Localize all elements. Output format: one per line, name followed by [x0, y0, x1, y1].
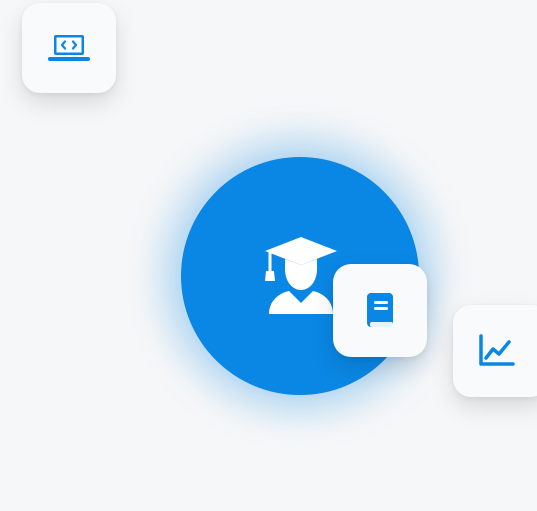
trend-chart-icon [475, 332, 517, 370]
code-laptop-tile[interactable] [22, 3, 116, 93]
code-laptop-icon [44, 28, 94, 68]
graduate-icon [263, 235, 339, 315]
trend-chart-tile[interactable] [453, 305, 537, 397]
book-icon [360, 289, 400, 333]
illustration-stage [0, 0, 537, 511]
book-tile[interactable] [333, 264, 427, 357]
